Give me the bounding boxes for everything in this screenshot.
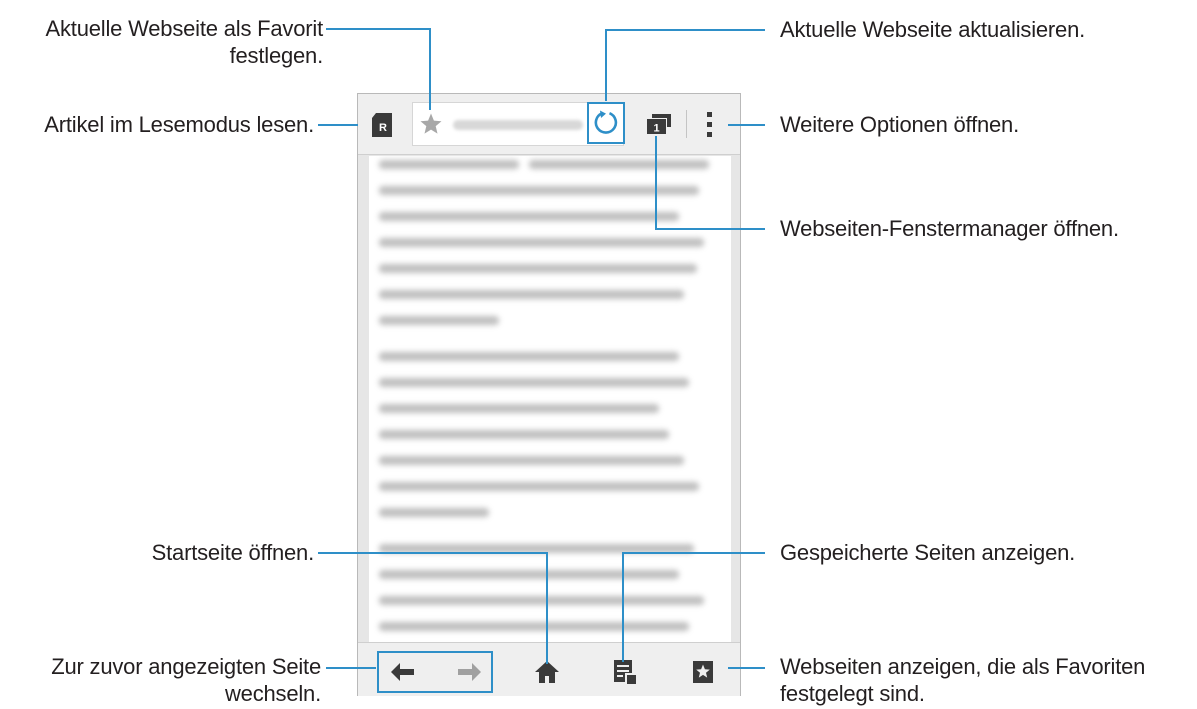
url-text [453,120,583,130]
leader-reader [318,124,358,126]
browser-bottom-bar [358,642,740,696]
label-more-options: Weitere Optionen öffnen. [780,112,1019,137]
leader-window-manager-h [655,228,765,230]
label-favorite: Aktuelle Webseite als Favorit festlegen. [45,15,324,69]
leader-favorite-h [326,28,430,30]
label-reader: Artikel im Lesemodus lesen. [44,112,314,137]
saved-pages-icon[interactable] [613,659,637,685]
leader-refresh-h [605,29,765,31]
window-manager-icon[interactable]: 1 [646,113,672,135]
leader-refresh-v [605,29,607,101]
leader-navigation [326,667,376,669]
window-count: 1 [653,123,659,135]
refresh-icon[interactable] [593,110,619,136]
label-navigation: Zur zuvor angezeigten Seite wechseln. [51,653,321,707]
back-icon[interactable] [390,661,416,683]
leader-more-options [728,124,765,126]
toolbar-divider [686,110,687,138]
label-home: Startseite öffnen. [151,540,315,565]
forward-icon[interactable] [456,661,482,683]
label-navigation-line1: Zur zuvor angezeigten Seite [51,654,321,679]
leader-home-v [546,552,548,664]
label-favorite-line1: Aktuelle Webseite als Favorit [45,16,324,41]
star-icon[interactable] [419,112,443,136]
label-bookmarks-line1: Webseiten anzeigen, die als Favoriten [780,654,1146,679]
label-saved-pages: Gespeicherte Seiten anzeigen. [780,540,1076,565]
phone-screen: R 1 [357,93,741,696]
leader-window-manager-v [655,136,657,230]
label-bookmarks: Webseiten anzeigen, die als Favoriten fe… [780,653,1145,707]
bookmarks-icon[interactable] [692,660,714,684]
label-bookmarks-line2: festgelegt sind. [780,681,925,706]
leader-bookmarks [728,667,765,669]
label-window-manager: Webseiten-Fenstermanager öffnen. [780,216,1119,241]
browser-toolbar: R 1 [358,94,740,155]
label-favorite-line2: festlegen. [229,43,324,68]
leader-home-h [318,552,548,554]
reader-icon-letter: R [379,122,387,134]
leader-saved-pages-h [622,552,765,554]
more-options-icon[interactable] [706,111,714,139]
label-navigation-line2: wechseln. [224,681,321,706]
leader-favorite-v [429,28,431,110]
reader-icon[interactable]: R [372,113,392,137]
label-refresh: Aktuelle Webseite aktualisieren. [780,17,1086,42]
leader-saved-pages-v [622,552,624,662]
